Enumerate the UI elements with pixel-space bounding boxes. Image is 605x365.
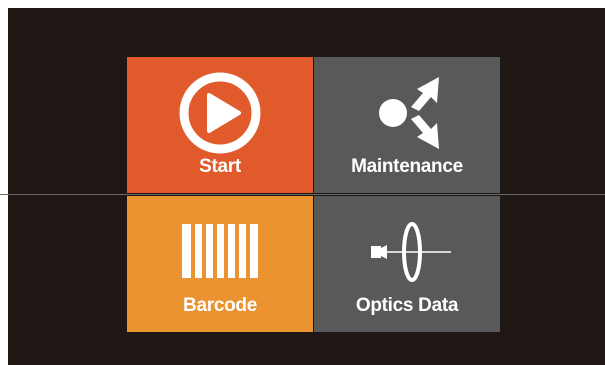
barcode-label: Barcode: [183, 295, 257, 316]
start-tile[interactable]: Start: [127, 57, 313, 193]
play-icon: [179, 72, 261, 154]
optics-icon: [371, 222, 451, 282]
maintenance-tile[interactable]: Maintenance: [314, 57, 500, 193]
maintenance-label: Maintenance: [351, 156, 463, 177]
horizontal-divider: [0, 194, 605, 195]
optics-data-tile[interactable]: Optics Data: [314, 196, 500, 332]
start-label: Start: [199, 156, 241, 177]
barcode-icon: [182, 224, 258, 278]
maintenance-icon: [379, 77, 439, 149]
barcode-tile[interactable]: Barcode: [127, 196, 313, 332]
optics-data-label: Optics Data: [355, 295, 459, 316]
